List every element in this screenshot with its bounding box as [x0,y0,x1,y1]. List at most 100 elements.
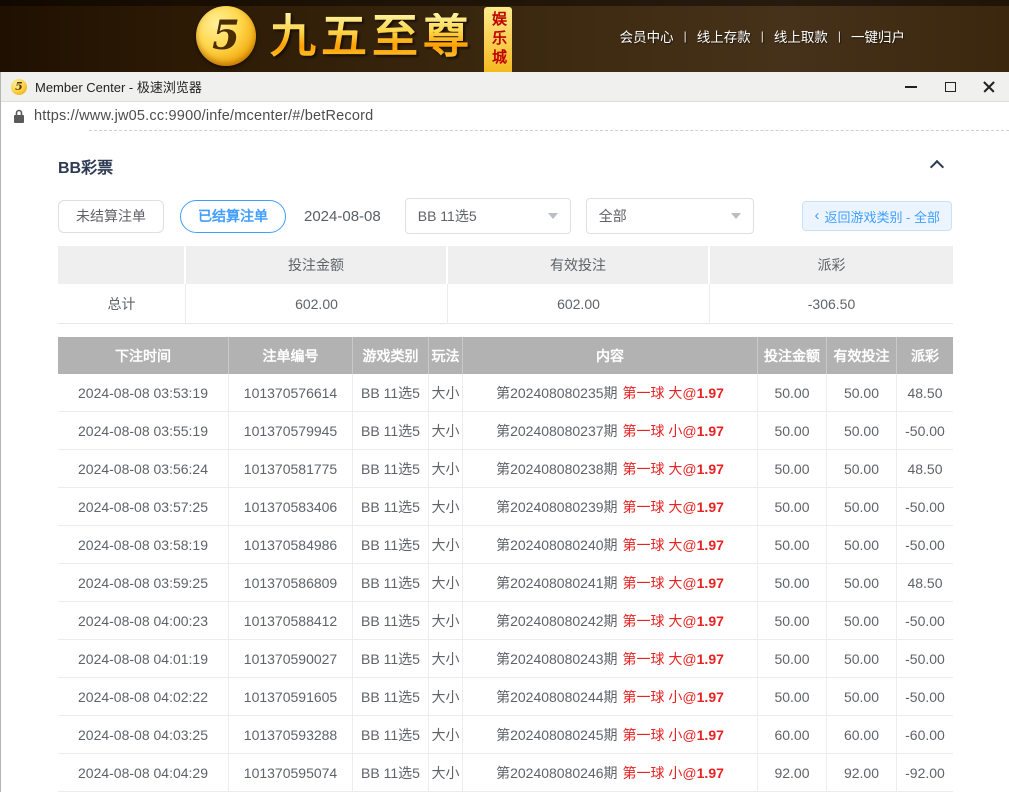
bet-pick: 第一球 小@ [623,421,697,441]
bet-content: 第202408080244期第一球 小@1.97 [463,678,758,716]
game-category: BB 11选5 [353,678,429,716]
valid-bet: 50.00 [827,488,897,526]
bet-odds: 1.97 [697,461,724,477]
bet-amount: 50.00 [758,564,827,602]
header-valid-bet: 有效投注 [827,337,897,374]
bet-odds: 1.97 [697,385,724,401]
bet-time: 2024-08-08 04:01:19 [58,640,229,678]
summary-header-payout: 派彩 [710,246,953,284]
payout: -50.00 [897,640,953,678]
payout: -50.00 [897,526,953,564]
filter-row: 未结算注单 已结算注单 2024-08-08 BB 11选5 全部 ‹ 返回游戏… [58,198,952,234]
bet-pick: 第一球 大@ [623,459,697,479]
browser-titlebar: 5 Member Center - 极速浏览器 [1,72,1009,102]
scope-select[interactable]: 全部 [586,198,754,234]
bet-amount: 50.00 [758,488,827,526]
play-type: 大小 [429,640,463,678]
nav-separator: | [761,29,764,43]
settled-tab[interactable]: 已结算注单 [180,200,286,233]
chevron-left-icon: ‹ [814,208,819,223]
table-row: 2024-08-08 03:56:24 101370581775 BB 11选5… [58,450,953,488]
scope-select-value: 全部 [599,206,627,226]
bet-content: 第202408080237期第一球 小@1.97 [463,412,758,450]
order-number: 101370586809 [229,564,353,602]
bet-time: 2024-08-08 03:55:19 [58,412,229,450]
bet-pick: 第一球 大@ [623,497,697,517]
summary-table: 投注金额 有效投注 派彩 总计 602.00 602.00 -306.50 [58,246,953,324]
minimize-button[interactable] [903,79,919,95]
nav-member-center[interactable]: 会员中心 [620,26,674,46]
table-row: 2024-08-08 03:53:19 101370576614 BB 11选5… [58,374,953,412]
lock-icon [13,109,25,124]
bet-time: 2024-08-08 03:56:24 [58,450,229,488]
minimize-icon [905,86,917,88]
bet-odds: 1.97 [697,613,724,629]
game-category: BB 11选5 [353,754,429,792]
order-number: 101370588412 [229,602,353,640]
browser-app-icon: 5 [11,79,27,95]
bet-odds: 1.97 [697,765,724,781]
address-bar[interactable]: https://www.jw05.cc:9900/infe/mcenter/#/… [1,102,1009,130]
site-logo[interactable]: 5 九五至尊 娱乐城 [196,0,512,72]
table-row: 2024-08-08 04:03:25 101370593288 BB 11选5… [58,716,953,754]
bet-pick: 第一球 小@ [623,687,697,707]
dashed-divider [89,130,1009,131]
payout: -50.00 [897,602,953,640]
close-button[interactable] [981,79,997,95]
close-icon [983,81,995,93]
payout: -50.00 [897,678,953,716]
bet-amount: 50.00 [758,374,827,412]
play-type: 大小 [429,678,463,716]
game-category: BB 11选5 [353,602,429,640]
bet-odds: 1.97 [697,499,724,515]
table-row: 2024-08-08 04:00:23 101370588412 BB 11选5… [58,602,953,640]
site-banner: 5 九五至尊 娱乐城 会员中心 | 线上存款 | 线上取款 | 一键归户 [0,0,1009,72]
play-type: 大小 [429,450,463,488]
maximize-button[interactable] [942,79,958,95]
bet-odds: 1.97 [697,537,724,553]
bet-time: 2024-08-08 03:58:19 [58,526,229,564]
payout: -50.00 [897,412,953,450]
bet-period: 第202408080238期 [496,459,617,479]
back-to-category-button[interactable]: ‹ 返回游戏类别 - 全部 [802,201,952,231]
valid-bet: 60.00 [827,716,897,754]
game-category: BB 11选5 [353,488,429,526]
maximize-icon [945,82,956,92]
nav-one-key-transfer[interactable]: 一键归户 [851,26,905,46]
bet-content: 第202408080243期第一球 大@1.97 [463,640,758,678]
date-value[interactable]: 2024-08-08 [304,208,381,225]
game-category: BB 11选5 [353,716,429,754]
table-row: 2024-08-08 03:57:25 101370583406 BB 11选5… [58,488,953,526]
bet-period: 第202408080245期 [496,725,617,745]
url-text[interactable]: https://www.jw05.cc:9900/infe/mcenter/#/… [34,108,997,124]
unsettled-tab[interactable]: 未结算注单 [58,200,164,233]
window-controls [903,79,999,95]
bet-period: 第202408080243期 [496,649,617,669]
game-category: BB 11选5 [353,564,429,602]
game-select[interactable]: BB 11选5 [405,198,571,234]
payout: -92.00 [897,754,953,792]
summary-header-bet-amount: 投注金额 [186,246,448,284]
header-bet-time: 下注时间 [58,337,229,374]
chevron-up-icon [930,160,944,174]
play-type: 大小 [429,564,463,602]
bet-content: 第202408080240期第一球 大@1.97 [463,526,758,564]
bet-content: 第202408080235期第一球 大@1.97 [463,374,758,412]
bet-pick: 第一球 大@ [623,611,697,631]
window-title: Member Center - 极速浏览器 [35,77,202,96]
nav-separator: | [838,29,841,43]
collapse-button[interactable] [926,156,952,176]
bet-content: 第202408080245期第一球 小@1.97 [463,716,758,754]
valid-bet: 50.00 [827,602,897,640]
bet-pick: 第一球 小@ [623,763,697,783]
bet-period: 第202408080241期 [496,573,617,593]
order-number: 101370581775 [229,450,353,488]
nav-online-withdraw[interactable]: 线上取款 [774,26,828,46]
bet-amount: 50.00 [758,412,827,450]
play-type: 大小 [429,754,463,792]
table-row: 2024-08-08 04:01:19 101370590027 BB 11选5… [58,640,953,678]
summary-bet-amount: 602.00 [186,284,448,324]
bet-period: 第202408080246期 [496,763,617,783]
nav-online-deposit[interactable]: 线上存款 [697,26,751,46]
chevron-down-icon [548,213,558,219]
